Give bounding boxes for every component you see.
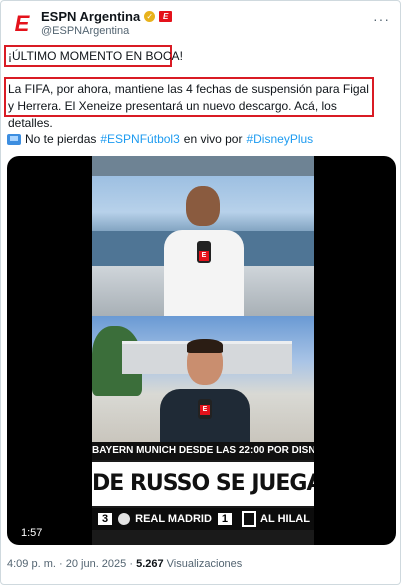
views-count: 5.267 (136, 558, 164, 570)
account-handle[interactable]: @ESPNArgentina (41, 25, 129, 37)
team-left: REAL MADRID (135, 513, 212, 525)
hashtag-disneyplus[interactable]: #DisneyPlus (246, 132, 313, 146)
tweet-time[interactable]: 4:09 p. m. (7, 558, 56, 570)
verified-badge-icon: ✓ (144, 11, 156, 22)
scoreboard-strip: 3 REAL MADRID 1 AL HILAL (92, 508, 314, 530)
tv-icon (7, 133, 21, 145)
ticker-main: DE RUSSO SE JUEGA TODO EN EL MU (92, 462, 314, 506)
video-player[interactable]: BAYERN MUNICH DESDE LAS 22:00 POR DISNEY… (7, 156, 396, 545)
ticker-top: BAYERN MUNICH DESDE LAS 22:00 POR DISNEY… (92, 442, 314, 460)
tweet-headline-highlight: ¡ÚLTIMO MOMENTO EN BOCA! (4, 45, 183, 67)
promo-middle: en vivo por (183, 132, 243, 146)
video-duration: 1:57 (21, 527, 43, 539)
promo-prefix: No te pierdas (25, 132, 97, 146)
score-left: 3 (98, 513, 113, 525)
video-frame: BAYERN MUNICH DESDE LAS 22:00 POR DISNEY… (92, 156, 314, 545)
tweet-card: E ESPN Argentina ✓ E @ESPNArgentina ··· … (0, 0, 401, 585)
hashtag-espnfutbol3[interactable]: #ESPNFútbol3 (100, 132, 179, 146)
real-madrid-crest-icon (118, 513, 131, 525)
bottom-camera-feed (92, 316, 314, 449)
brand-affiliate-icon: E (159, 11, 173, 22)
reporter-2 (160, 339, 250, 449)
top-camera-feed (92, 156, 314, 320)
meta-separator: · (129, 558, 134, 570)
reporter-1 (164, 186, 244, 320)
espn-microphone-icon (198, 399, 212, 419)
meta-separator: · (58, 558, 63, 570)
more-horizontal-icon[interactable]: ··· (373, 11, 390, 27)
team-right: AL HILAL (260, 513, 310, 525)
account-name-row: ESPN Argentina ✓ E (41, 9, 173, 24)
al-hilal-crest-icon (242, 511, 257, 527)
tweet-body-highlight: La FIFA, por ahora, mantiene las 4 fecha… (4, 77, 374, 130)
score-right: 1 (217, 513, 233, 525)
views-label: Visualizaciones (166, 558, 243, 570)
tweet-date[interactable]: 20 jun. 2025 (66, 558, 127, 570)
espn-microphone-icon (197, 241, 211, 263)
espn-logo-avatar[interactable]: E (7, 9, 37, 39)
account-name[interactable]: ESPN Argentina (41, 9, 140, 24)
tweet-meta: 4:09 p. m. · 20 jun. 2025 · 5.267 Visual… (7, 558, 242, 570)
promo-line: No te pierdas #ESPNFútbol3 en vivo por #… (7, 132, 313, 146)
